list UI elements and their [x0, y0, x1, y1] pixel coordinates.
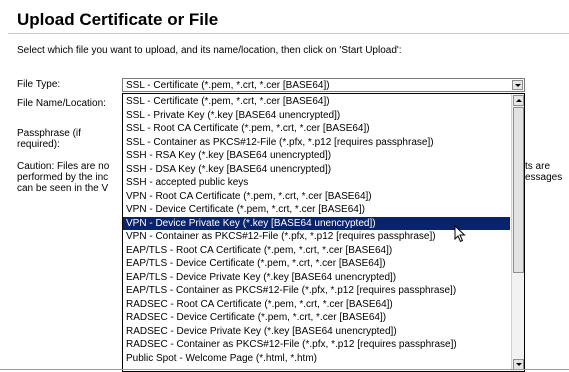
title-divider	[8, 33, 569, 34]
caution-line: can be seen in the V	[17, 183, 109, 194]
caution-line: performed by the inc	[17, 172, 109, 183]
page-title: Upload Certificate or File	[17, 10, 219, 29]
dropdown-option[interactable]: RADSEC - Device Certificate (*.pem, *.cr…	[123, 311, 510, 325]
dropdown-scrollbar[interactable]	[511, 94, 524, 371]
dropdown-option[interactable]: EAP/TLS - Device Certificate (*.pem, *.c…	[123, 257, 510, 271]
dropdown-option[interactable]: SSL - Private Key (*.key [BASE64 unencry…	[123, 109, 510, 123]
dropdown-option[interactable]: VPN - Container as PKCS#12-File (*.pfx, …	[123, 230, 510, 244]
file-type-select[interactable]: SSL - Certificate (*.pem, *.crt, *.cer […	[122, 78, 525, 92]
dropdown-option[interactable]: VPN - Device Private Key (*.key [BASE64 …	[123, 216, 510, 230]
instruction-text: Select which file you want to upload, an…	[17, 45, 402, 56]
dropdown-option[interactable]: SSL - Container as PKCS#12-File (*.pfx, …	[123, 136, 510, 150]
file-name-label: File Name/Location:	[17, 98, 106, 109]
dropdown-option[interactable]: SSH - accepted public keys	[123, 176, 510, 190]
mouse-cursor-icon	[454, 225, 466, 243]
dropdown-option[interactable]: SSH - DSA Key (*.key [BASE64 unencrypted…	[123, 163, 510, 177]
caution-text: Caution: Files are no performed by the i…	[17, 161, 121, 194]
dropdown-options: SSL - Certificate (*.pem, *.crt, *.cer […	[123, 95, 510, 365]
select-arrow-button[interactable]	[512, 80, 523, 90]
file-type-label: File Type:	[17, 79, 61, 90]
dropdown-option[interactable]: RADSEC - Device Private Key (*.key [BASE…	[123, 325, 510, 339]
scroll-down-arrow-icon	[516, 363, 522, 366]
dropdown-option[interactable]: SSL - Certificate (*.pem, *.crt, *.cer […	[123, 95, 510, 109]
scroll-up-button[interactable]	[513, 95, 524, 106]
dropdown-option[interactable]: VPN - Device Certificate (*.pem, *.crt, …	[123, 203, 510, 217]
caution-line: ts are	[525, 161, 551, 172]
dropdown-option[interactable]: SSL - Root CA Certificate (*.pem, *.crt,…	[123, 122, 510, 136]
footer-divider	[0, 369, 569, 370]
dropdown-option[interactable]: VPN - Root CA Certificate (*.pem, *.crt,…	[123, 190, 510, 204]
scroll-up-arrow-icon	[516, 99, 522, 102]
chevron-down-icon	[515, 84, 521, 87]
dropdown-option[interactable]: EAP/TLS - Device Private Key (*.key [BAS…	[123, 271, 510, 285]
dropdown-option[interactable]: EAP/TLS - Container as PKCS#12-File (*.p…	[123, 284, 510, 298]
caution-line: Caution: Files are no	[17, 161, 110, 172]
dropdown-option[interactable]: Public Spot - Welcome Page (*.html, *.ht…	[123, 352, 510, 366]
dropdown-option[interactable]: EAP/TLS - Root CA Certificate (*.pem, *.…	[123, 244, 510, 258]
caution-line: essages	[525, 172, 563, 183]
passphrase-label: Passphrase (if required):	[17, 128, 81, 150]
dropdown-option[interactable]: RADSEC - Container as PKCS#12-File (*.pf…	[123, 338, 510, 352]
dropdown-option[interactable]: RADSEC - Root CA Certificate (*.pem, *.c…	[123, 298, 510, 312]
caution-text-continued: ts are essages	[525, 161, 569, 183]
dropdown-option[interactable]: SSH - RSA Key (*.key [BASE64 unencrypted…	[123, 149, 510, 163]
scrollbar-thumb[interactable]	[513, 107, 524, 273]
file-type-selected-value: SSL - Certificate (*.pem, *.crt, *.cer […	[126, 80, 330, 91]
